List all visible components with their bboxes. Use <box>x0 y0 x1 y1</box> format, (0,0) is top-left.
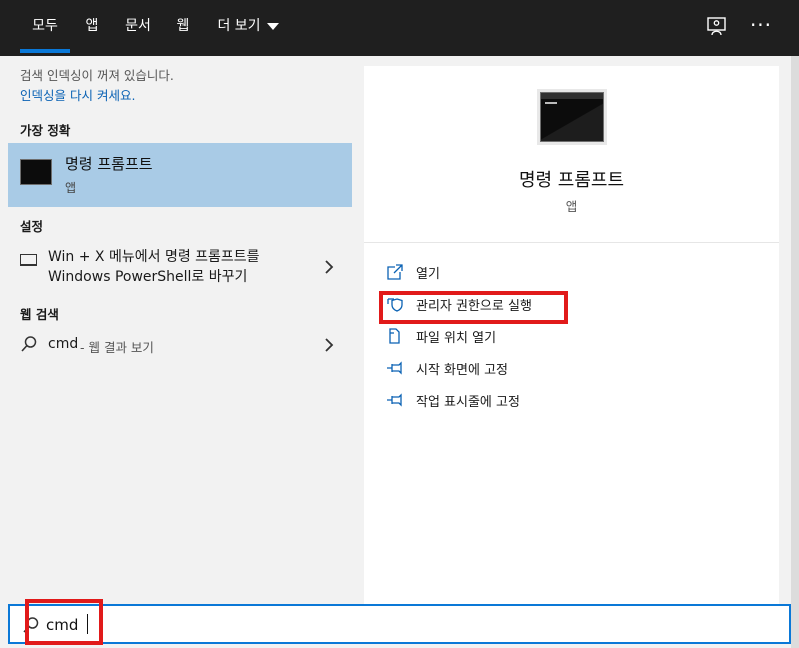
tab-documents[interactable]: 문서 <box>118 0 158 52</box>
preview-subtitle: 앱 <box>565 199 578 214</box>
pin-icon <box>387 393 402 407</box>
tab-more-label: 더 보기 <box>217 18 261 34</box>
tab-web[interactable]: 웹 <box>170 0 196 52</box>
search-icon <box>21 336 37 352</box>
search-input[interactable] <box>46 612 746 638</box>
pin-icon <box>387 361 402 375</box>
web-search-term: cmd <box>48 336 79 352</box>
command-prompt-icon <box>540 92 604 142</box>
web-search-item[interactable]: cmd - 웹 결과 보기 <box>8 332 352 360</box>
settings-heading: 설정 <box>20 219 44 234</box>
action-pin-to-start[interactable]: 시작 화면에 고정 <box>386 356 686 380</box>
search-box[interactable] <box>8 604 791 644</box>
highlight-search-input <box>25 599 103 645</box>
highlight-run-as-admin <box>379 291 568 324</box>
chevron-down-icon <box>266 22 279 30</box>
top-bar: 모두 앱 문서 웹 더 보기 ··· <box>0 0 799 56</box>
best-match-subtitle: 앱 <box>65 181 77 195</box>
preview-pane: 명령 프롬프트 앱 열기 관리자 권한으로 실행 파일 위치 열기 시작 화면에… <box>364 66 779 604</box>
indexing-link[interactable]: 인덱싱을 다시 켜세요. <box>20 85 135 104</box>
action-pin-to-start-label: 시작 화면에 고정 <box>416 363 508 378</box>
action-pin-to-taskbar-label: 작업 표시줄에 고정 <box>416 395 520 410</box>
divider <box>364 242 779 243</box>
tab-apps[interactable]: 앱 <box>80 0 104 52</box>
results-pane: 검색 인덱싱이 꺼져 있습니다. 인덱싱을 다시 켜세요. 가장 정확 명령 프… <box>8 56 352 604</box>
tab-all[interactable]: 모두 <box>20 0 70 53</box>
chevron-right-icon[interactable] <box>324 258 334 276</box>
more-options-icon[interactable]: ··· <box>746 12 776 42</box>
action-open[interactable]: 열기 <box>386 260 686 284</box>
action-open-file-location-label: 파일 위치 열기 <box>416 331 497 346</box>
action-open-label: 열기 <box>416 267 440 282</box>
web-search-heading: 웹 검색 <box>20 307 59 322</box>
settings-item[interactable]: Win + X 메뉴에서 명령 프롬프트를 Windows PowerShell… <box>8 244 352 290</box>
settings-item-label: Win + X 메뉴에서 명령 프롬프트를 Windows PowerShell… <box>48 249 260 285</box>
chevron-right-icon[interactable] <box>324 336 334 354</box>
best-match-item[interactable]: 명령 프롬프트 앱 <box>8 143 352 207</box>
web-search-suffix: - 웹 결과 보기 <box>80 340 154 355</box>
best-match-heading: 가장 정확 <box>20 123 71 138</box>
indexing-notice: 검색 인덱싱이 꺼져 있습니다. <box>20 68 174 83</box>
feedback-icon[interactable] <box>704 14 730 40</box>
action-open-file-location[interactable]: 파일 위치 열기 <box>386 324 686 348</box>
preview-title: 명령 프롬프트 <box>518 170 625 191</box>
tab-more[interactable]: 더 보기 <box>208 0 288 52</box>
open-icon <box>387 264 403 280</box>
command-prompt-icon <box>20 159 52 185</box>
scroll-edge <box>791 56 799 648</box>
file-location-icon <box>389 328 400 344</box>
best-match-title: 명령 프롬프트 <box>65 155 153 173</box>
keyboard-icon <box>20 254 37 266</box>
action-pin-to-taskbar[interactable]: 작업 표시줄에 고정 <box>386 388 686 412</box>
